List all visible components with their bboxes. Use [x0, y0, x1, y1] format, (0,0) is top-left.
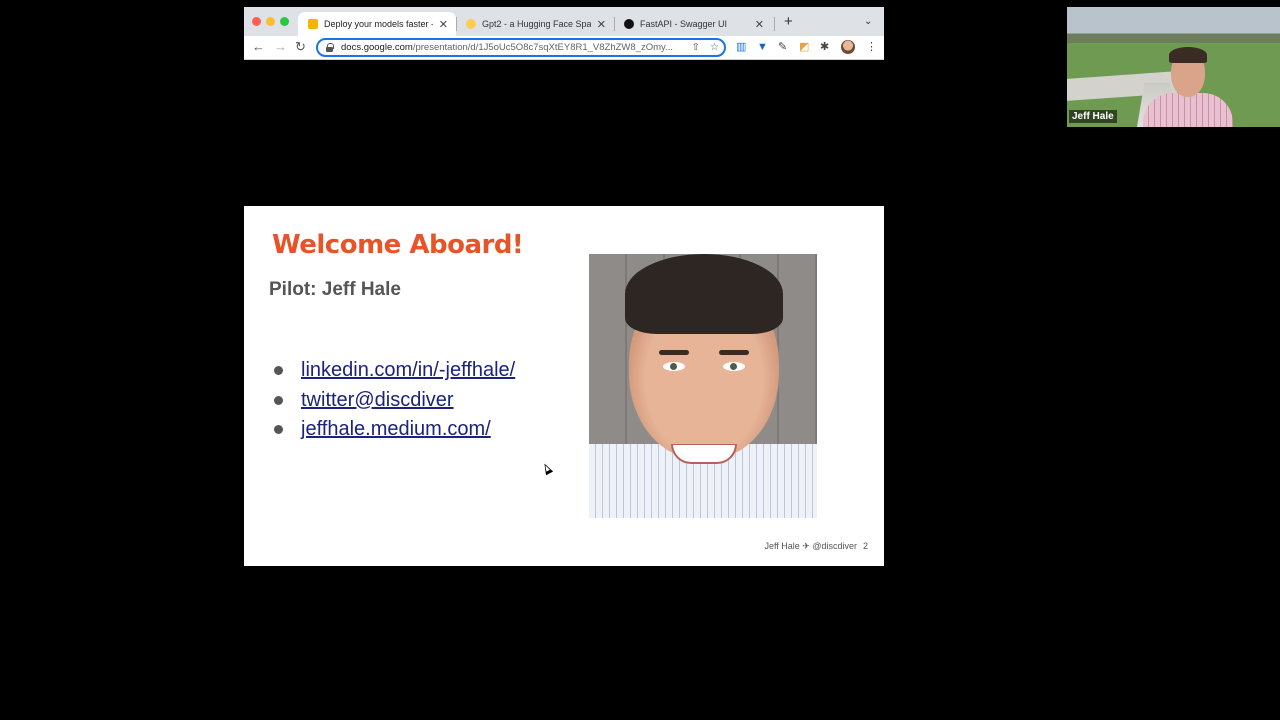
url-path: /presentation/d/1J5oUc5O8c7sqXtEY8R1_V8Z… [412, 42, 673, 53]
star-icon[interactable]: ☆ [710, 42, 719, 53]
photo-eye [663, 362, 685, 371]
window-minimize-button[interactable] [266, 17, 275, 26]
tab-gpt2-space[interactable]: Gpt2 - a Hugging Face Space b ✕ [456, 12, 614, 36]
eyedropper-icon[interactable]: ✎ [778, 41, 787, 54]
photo-eye [723, 362, 745, 371]
fastapi-icon [624, 19, 634, 29]
window-maximize-button[interactable] [280, 17, 289, 26]
browser-toolbar: ← → ↻ docs.google.com/presentation/d/1J5… [244, 36, 884, 60]
list-item: jeffhale.medium.com/ [274, 415, 515, 445]
list-item: twitter@discdiver [274, 386, 515, 416]
close-tab-icon[interactable]: ✕ [439, 18, 448, 31]
url-host: docs.google.com [341, 42, 413, 53]
twitter-link[interactable]: twitter@discdiver [301, 389, 454, 412]
tab-deploy-models[interactable]: Deploy your models faster - Go ✕ [298, 12, 456, 36]
window-close-button[interactable] [252, 17, 261, 26]
footer-credit: Jeff Hale ✈ @discdiver [764, 541, 857, 551]
chevron-down-icon[interactable]: ⌄ [864, 16, 872, 27]
list-item: linkedin.com/in/-jeffhale/ [274, 356, 515, 386]
bullet-icon [274, 366, 283, 376]
photo-hair [625, 254, 783, 334]
slide-footer: Jeff Hale ✈ @discdiver 2 [764, 541, 868, 552]
back-arrow-icon[interactable]: ← [252, 39, 265, 55]
photo-brow [719, 350, 749, 355]
contact-links-list: linkedin.com/in/-jeffhale/ twitter@discd… [274, 356, 515, 445]
webcam-video: Jeff Hale [1067, 7, 1280, 127]
slides-icon [308, 19, 318, 29]
slide-subtitle: Pilot: Jeff Hale [269, 279, 401, 300]
lock-icon [326, 43, 334, 52]
kebab-menu-icon[interactable]: ⋮ [866, 41, 877, 54]
close-tab-icon[interactable]: ✕ [755, 18, 764, 31]
webcam-participant-name: Jeff Hale [1069, 110, 1117, 123]
tab-fastapi-swagger[interactable]: FastAPI - Swagger UI ✕ [614, 12, 772, 36]
bullet-icon [274, 425, 283, 435]
tab-strip: Deploy your models faster - Go ✕ Gpt2 - … [244, 7, 884, 36]
reload-icon[interactable]: ↻ [295, 39, 306, 55]
puzzle-icon[interactable]: ✱ [820, 41, 829, 54]
linkedin-link[interactable]: linkedin.com/in/-jeffhale/ [301, 359, 515, 382]
slide-title: Welcome Aboard! [272, 230, 524, 260]
extension-chart-icon[interactable]: ◩ [799, 41, 809, 54]
photo-smile [671, 444, 737, 464]
headshot-photo [589, 254, 817, 518]
close-tab-icon[interactable]: ✕ [597, 18, 606, 31]
webcam-person-body [1143, 93, 1233, 127]
new-tab-icon[interactable]: + [784, 14, 793, 29]
profile-avatar[interactable] [841, 40, 855, 54]
forward-arrow-icon[interactable]: → [274, 39, 287, 55]
extension-bars-icon[interactable]: ▥ [736, 41, 746, 54]
webcam-person-hair [1169, 47, 1207, 63]
medium-link[interactable]: jeffhale.medium.com/ [301, 418, 491, 441]
extension-v-icon[interactable]: ▼ [757, 41, 768, 54]
tab-title: FastAPI - Swagger UI [640, 19, 728, 29]
tab-title: Gpt2 - a Hugging Face Space b [482, 19, 591, 29]
hugging-face-icon [466, 19, 476, 29]
slide-page-number: 2 [862, 541, 868, 551]
tab-title: Deploy your models faster - Go [324, 19, 433, 29]
screen: Deploy your models faster - Go ✕ Gpt2 - … [0, 0, 1280, 720]
share-icon[interactable]: ⇧ [692, 42, 700, 53]
address-bar[interactable]: docs.google.com/presentation/d/1J5oUc5O8… [316, 38, 726, 57]
tab-separator [774, 17, 775, 31]
photo-brow [659, 350, 689, 355]
address-url[interactable]: docs.google.com/presentation/d/1J5oUc5O8… [341, 42, 687, 53]
presentation-slide: Welcome Aboard! Pilot: Jeff Hale linkedi… [244, 206, 884, 566]
bullet-icon [274, 395, 283, 405]
